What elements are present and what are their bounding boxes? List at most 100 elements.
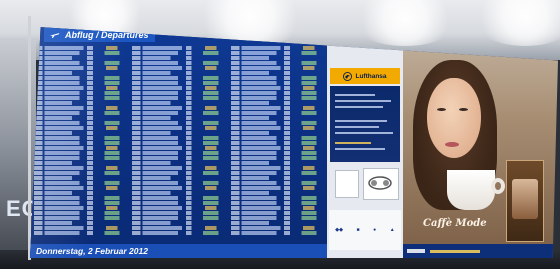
product-image bbox=[368, 176, 392, 190]
flight-row bbox=[34, 166, 130, 170]
flight-row bbox=[230, 126, 326, 130]
flight-row bbox=[132, 171, 228, 175]
flight-row bbox=[34, 126, 130, 130]
flight-row bbox=[34, 131, 130, 135]
flight-row bbox=[230, 141, 326, 145]
lufthansa-crane-icon bbox=[343, 71, 353, 81]
partner-logo: ◆◆ bbox=[335, 227, 343, 233]
flight-row bbox=[34, 46, 130, 50]
flight-row bbox=[230, 61, 326, 65]
flight-row bbox=[132, 91, 228, 95]
flight-row bbox=[34, 106, 130, 110]
flight-row bbox=[230, 111, 326, 115]
flight-row bbox=[34, 111, 130, 115]
flight-row bbox=[132, 211, 228, 215]
flight-row bbox=[230, 226, 326, 230]
flight-row bbox=[34, 146, 130, 150]
flight-row bbox=[132, 71, 228, 75]
airline-banner: Lufthansa bbox=[330, 68, 400, 84]
flight-row bbox=[230, 136, 326, 140]
flight-row bbox=[132, 191, 228, 195]
flight-row bbox=[34, 161, 130, 165]
partner-logo: ● bbox=[373, 227, 377, 233]
flight-row bbox=[230, 211, 326, 215]
flight-row bbox=[132, 106, 228, 110]
flight-row bbox=[34, 231, 130, 235]
flight-row bbox=[132, 86, 228, 90]
flight-row bbox=[230, 116, 326, 120]
model-eye bbox=[459, 108, 468, 111]
flight-row bbox=[132, 121, 228, 125]
info-line bbox=[335, 120, 387, 122]
flight-row bbox=[34, 201, 130, 205]
flight-row bbox=[230, 166, 326, 170]
flight-row bbox=[230, 156, 326, 160]
info-line bbox=[335, 142, 371, 144]
flight-row bbox=[230, 146, 326, 150]
flight-row bbox=[132, 66, 228, 70]
flight-row bbox=[230, 121, 326, 125]
flight-row bbox=[230, 76, 326, 80]
board-date: Donnerstag, 2 Februar 2012 bbox=[36, 246, 148, 256]
flight-row bbox=[230, 231, 326, 235]
flight-row bbox=[132, 131, 228, 135]
flight-column bbox=[34, 46, 130, 242]
flight-row bbox=[132, 126, 228, 130]
flight-row bbox=[34, 91, 130, 95]
flight-row bbox=[34, 216, 130, 220]
airport-scene: EC Abflug / Departures Donnerstag, 2 Feb… bbox=[0, 0, 560, 269]
coffee-cup-handle bbox=[491, 178, 505, 194]
flight-row bbox=[132, 176, 228, 180]
flight-row bbox=[230, 51, 326, 55]
model-lips bbox=[445, 142, 459, 147]
flight-row bbox=[230, 216, 326, 220]
info-line bbox=[335, 132, 393, 134]
flight-column bbox=[132, 46, 228, 242]
poster-image bbox=[512, 179, 538, 219]
flight-row bbox=[34, 66, 130, 70]
flight-row bbox=[230, 131, 326, 135]
flight-row bbox=[230, 91, 326, 95]
board-footer: Donnerstag, 2 Februar 2012 bbox=[30, 244, 327, 258]
flight-row bbox=[132, 201, 228, 205]
flight-row bbox=[34, 171, 130, 175]
flight-row bbox=[132, 226, 228, 230]
flight-row bbox=[34, 221, 130, 225]
info-line bbox=[335, 106, 383, 108]
coffee-cup bbox=[447, 170, 495, 210]
flight-row bbox=[132, 81, 228, 85]
flight-row bbox=[132, 196, 228, 200]
flight-row bbox=[34, 86, 130, 90]
flight-row bbox=[230, 176, 326, 180]
flight-row bbox=[34, 61, 130, 65]
flight-row bbox=[230, 186, 326, 190]
flight-row bbox=[132, 186, 228, 190]
airline-name: Lufthansa bbox=[355, 72, 387, 80]
brand-logo: Caffè Mode bbox=[423, 218, 487, 229]
flight-row bbox=[132, 221, 228, 225]
flight-row bbox=[230, 96, 326, 100]
flight-row bbox=[34, 51, 130, 55]
flight-row bbox=[34, 96, 130, 100]
partner-logo: ■ bbox=[356, 227, 360, 233]
flight-row bbox=[34, 206, 130, 210]
flight-row bbox=[34, 226, 130, 230]
ceiling-light bbox=[350, 0, 460, 46]
flight-row bbox=[34, 101, 130, 105]
flight-row bbox=[132, 46, 228, 50]
partner-logos: ◆◆ ■ ● ▲ bbox=[329, 210, 401, 250]
flight-row bbox=[132, 166, 228, 170]
flight-row bbox=[132, 206, 228, 210]
plane-icon bbox=[50, 33, 60, 38]
flight-row bbox=[132, 76, 228, 80]
flight-row bbox=[230, 196, 326, 200]
model-eye bbox=[437, 108, 446, 111]
ad-ticker bbox=[403, 244, 558, 258]
ceiling-light bbox=[470, 0, 560, 46]
flight-row bbox=[34, 211, 130, 215]
info-line bbox=[335, 100, 391, 102]
flight-row bbox=[132, 111, 228, 115]
flight-row bbox=[132, 51, 228, 55]
flight-row bbox=[132, 116, 228, 120]
flight-row bbox=[230, 151, 326, 155]
